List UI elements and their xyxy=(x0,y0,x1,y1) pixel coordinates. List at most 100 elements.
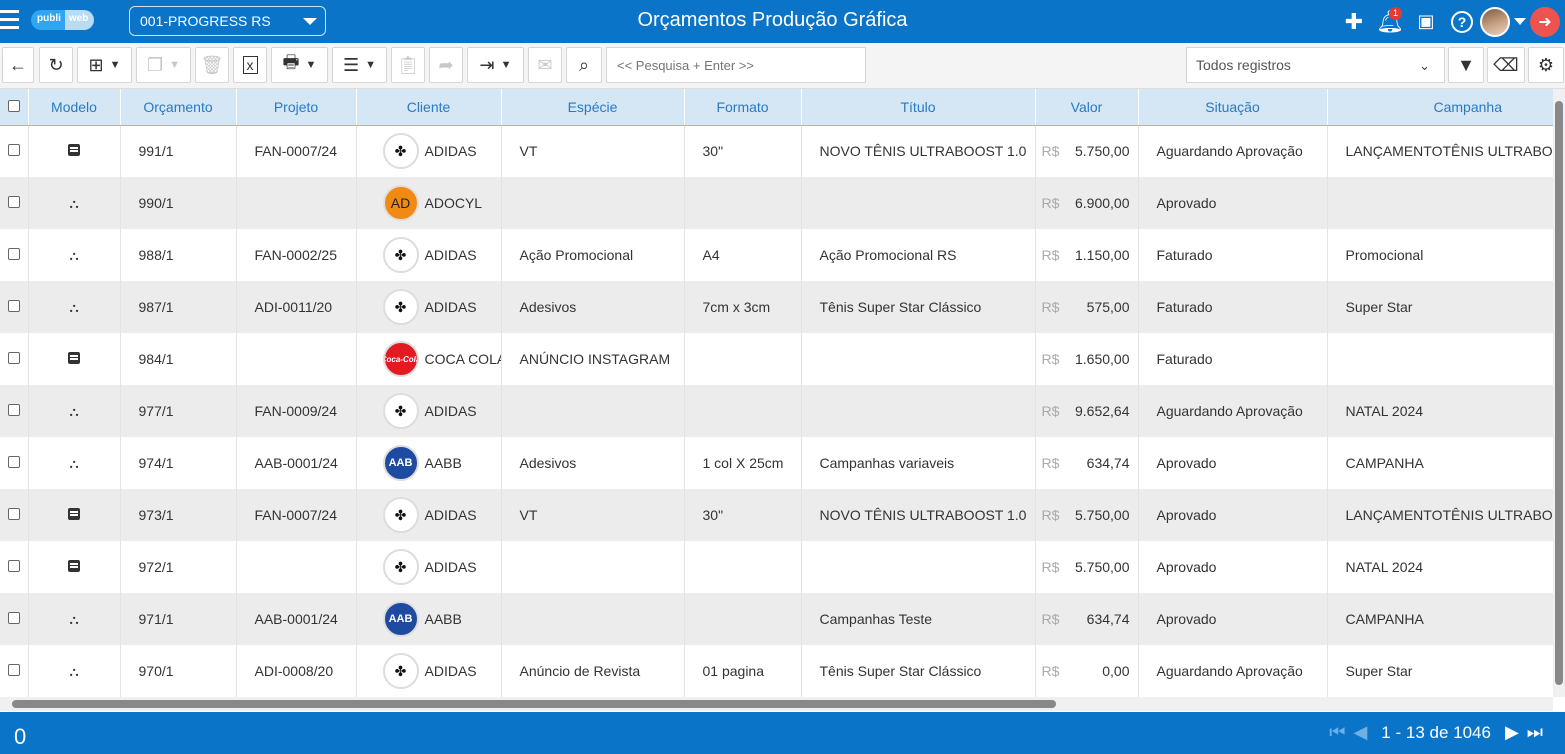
search-button[interactable]: ⌕ xyxy=(566,47,602,83)
row-checkbox[interactable] xyxy=(7,612,20,624)
next-page-icon[interactable]: ▶ xyxy=(1505,722,1519,743)
column-header[interactable]: Campanha xyxy=(1327,89,1553,126)
title-cell: Ação Promocional RS xyxy=(801,229,1036,281)
chevron-down-icon xyxy=(303,18,317,25)
avatar-chevron-down-icon[interactable] xyxy=(1514,18,1526,25)
model-cell xyxy=(28,333,121,385)
row-checkbox[interactable] xyxy=(7,196,20,208)
row-checkbox[interactable] xyxy=(7,560,20,572)
table-row[interactable]: ⛬ 987/1 ADI-0011/20 ✤ ADIDAS Adesivos 7cm x 3c… xyxy=(0,281,1553,333)
org-chart-icon: ⛬ xyxy=(69,247,79,263)
row-select-cell[interactable] xyxy=(0,437,29,489)
column-header[interactable]: Título xyxy=(801,89,1036,126)
settings-button[interactable]: ⚙ xyxy=(1528,47,1564,83)
clipboard-button[interactable]: 📋︎ xyxy=(391,47,425,83)
species-cell: Anúncio de Revista xyxy=(501,645,685,697)
client-name: ADIDAS xyxy=(424,403,477,419)
export-excel-button[interactable]: x xyxy=(233,47,267,83)
notification-bell-icon[interactable]: 🔔︎ 1 xyxy=(1372,0,1408,43)
format-cell xyxy=(684,333,802,385)
table-row[interactable]: ⛬ 974/1 AAB-0001/24 AAB AABB Adesivos 1 col X … xyxy=(0,437,1553,489)
title-cell xyxy=(801,177,1036,229)
monitor-icon[interactable]: ▣ xyxy=(1408,0,1444,43)
export-button[interactable]: ⇥ ▼ xyxy=(467,47,524,83)
back-button[interactable]: ← xyxy=(2,47,34,83)
delete-button[interactable]: 🗑︎ xyxy=(195,47,229,83)
row-select-cell[interactable] xyxy=(0,385,29,437)
column-header[interactable]: Orçamento xyxy=(120,89,237,126)
row-checkbox[interactable] xyxy=(7,144,20,157)
row-checkbox[interactable] xyxy=(7,664,20,676)
menu-icon[interactable] xyxy=(0,10,20,32)
forward-button[interactable]: ➦ xyxy=(429,47,463,83)
species-cell xyxy=(501,177,685,229)
row-select-cell[interactable] xyxy=(0,229,29,281)
email-button[interactable]: ✉ xyxy=(528,47,562,83)
vertical-scrollbar[interactable] xyxy=(1553,89,1565,697)
column-header[interactable]: Espécie xyxy=(501,89,685,126)
column-header[interactable]: Formato xyxy=(684,89,802,126)
logout-icon[interactable]: ➜ xyxy=(1530,6,1560,37)
column-header[interactable]: Projeto xyxy=(236,89,357,126)
currency-symbol: R$ xyxy=(1041,611,1060,627)
first-page-icon[interactable]: ⏮ xyxy=(1329,722,1345,743)
vertical-scroll-thumb[interactable] xyxy=(1555,101,1563,685)
chevron-down-icon: ▼ xyxy=(305,59,317,71)
previous-page-icon[interactable]: ◀ xyxy=(1353,722,1367,743)
add-icon[interactable]: ✚ xyxy=(1336,0,1372,43)
duplicate-button[interactable]: ❐ ▼ xyxy=(136,47,191,83)
filter-button[interactable]: ▼ xyxy=(1448,47,1484,83)
table-row[interactable]: ⛬ 977/1 FAN-0009/24 ✤ ADIDAS R$ 9.652,64 Aguard… xyxy=(0,385,1553,437)
table-row[interactable]: 991/1 FAN-0007/24 ✤ ADIDAS VT 30" NOVO TÊNIS U… xyxy=(0,125,1553,177)
title-cell: Campanhas Teste xyxy=(801,593,1036,645)
table-row[interactable]: ⛬ 988/1 FAN-0002/25 ✤ ADIDAS Ação Promocional… xyxy=(0,229,1553,281)
column-header[interactable]: Situação xyxy=(1138,89,1328,126)
row-checkbox[interactable] xyxy=(7,248,20,260)
selected-count: 0 xyxy=(14,724,27,749)
user-avatar[interactable] xyxy=(1480,6,1510,37)
table-row[interactable]: ⛬ 990/1 AD ADOCYL R$ 6.900,00 Aprovado xyxy=(0,177,1553,229)
row-checkbox[interactable] xyxy=(7,300,20,312)
row-checkbox[interactable] xyxy=(7,456,20,468)
client-name: ADIDAS xyxy=(424,507,477,523)
select-all-header[interactable] xyxy=(0,89,29,126)
format-cell xyxy=(684,541,802,593)
column-header[interactable]: Valor xyxy=(1035,89,1139,126)
row-checkbox[interactable] xyxy=(7,404,20,416)
clear-filter-button[interactable]: ⌫ xyxy=(1487,47,1525,83)
select-all-checkbox[interactable] xyxy=(7,99,20,112)
row-select-cell[interactable] xyxy=(0,281,29,333)
search-input[interactable] xyxy=(606,47,866,83)
pagination: ⏮ ◀ 1 - 13 de 1046 ▶ ⏭ xyxy=(1325,722,1547,743)
column-header[interactable]: Modelo xyxy=(28,89,121,126)
table-row[interactable]: 972/1 ✤ ADIDAS R$ 5.750,00 Aprovado NATAL 2024 xyxy=(0,541,1553,593)
horizontal-scrollbar[interactable] xyxy=(0,697,1553,711)
last-page-icon[interactable]: ⏭ xyxy=(1527,722,1543,743)
sort-button[interactable]: ☰ ▼ xyxy=(332,47,387,83)
column-header[interactable]: Cliente xyxy=(356,89,502,126)
print-button[interactable]: 🖶 ▼ xyxy=(271,47,328,83)
row-select-cell[interactable] xyxy=(0,593,29,645)
format-cell: 1 col X 25cm xyxy=(684,437,802,489)
records-filter-select[interactable]: Todos registros ⌄ xyxy=(1186,47,1445,83)
row-select-cell[interactable] xyxy=(0,125,29,177)
table-row[interactable]: 984/1 Coca-Cola COCA COLA ANÚNCIO INSTAGRAM… xyxy=(0,333,1553,385)
horizontal-scroll-thumb[interactable] xyxy=(12,700,1056,708)
table-row[interactable]: 973/1 FAN-0007/24 ✤ ADIDAS VT 30" NOVO TÊNIS U… xyxy=(0,489,1553,541)
species-cell xyxy=(501,593,685,645)
add-button[interactable]: ⊞ ▼ xyxy=(77,47,132,83)
row-select-cell[interactable] xyxy=(0,541,29,593)
row-select-cell[interactable] xyxy=(0,489,29,541)
help-icon[interactable]: ? xyxy=(1444,0,1480,43)
project-cell xyxy=(236,177,357,229)
row-select-cell[interactable] xyxy=(0,333,29,385)
status-cell: Aprovado xyxy=(1138,593,1328,645)
refresh-button[interactable]: ↻ xyxy=(39,47,73,83)
row-checkbox[interactable] xyxy=(7,508,20,520)
table-row[interactable]: ⛬ 970/1 ADI-0008/20 ✤ ADIDAS Anúncio de Revis… xyxy=(0,645,1553,697)
row-checkbox[interactable] xyxy=(7,352,20,364)
row-select-cell[interactable] xyxy=(0,177,29,229)
table-row[interactable]: ⛬ 971/1 AAB-0001/24 AAB AABB Campanhas Teste R… xyxy=(0,593,1553,645)
row-select-cell[interactable] xyxy=(0,645,29,697)
company-select[interactable]: 001-PROGRESS RS xyxy=(129,6,326,36)
